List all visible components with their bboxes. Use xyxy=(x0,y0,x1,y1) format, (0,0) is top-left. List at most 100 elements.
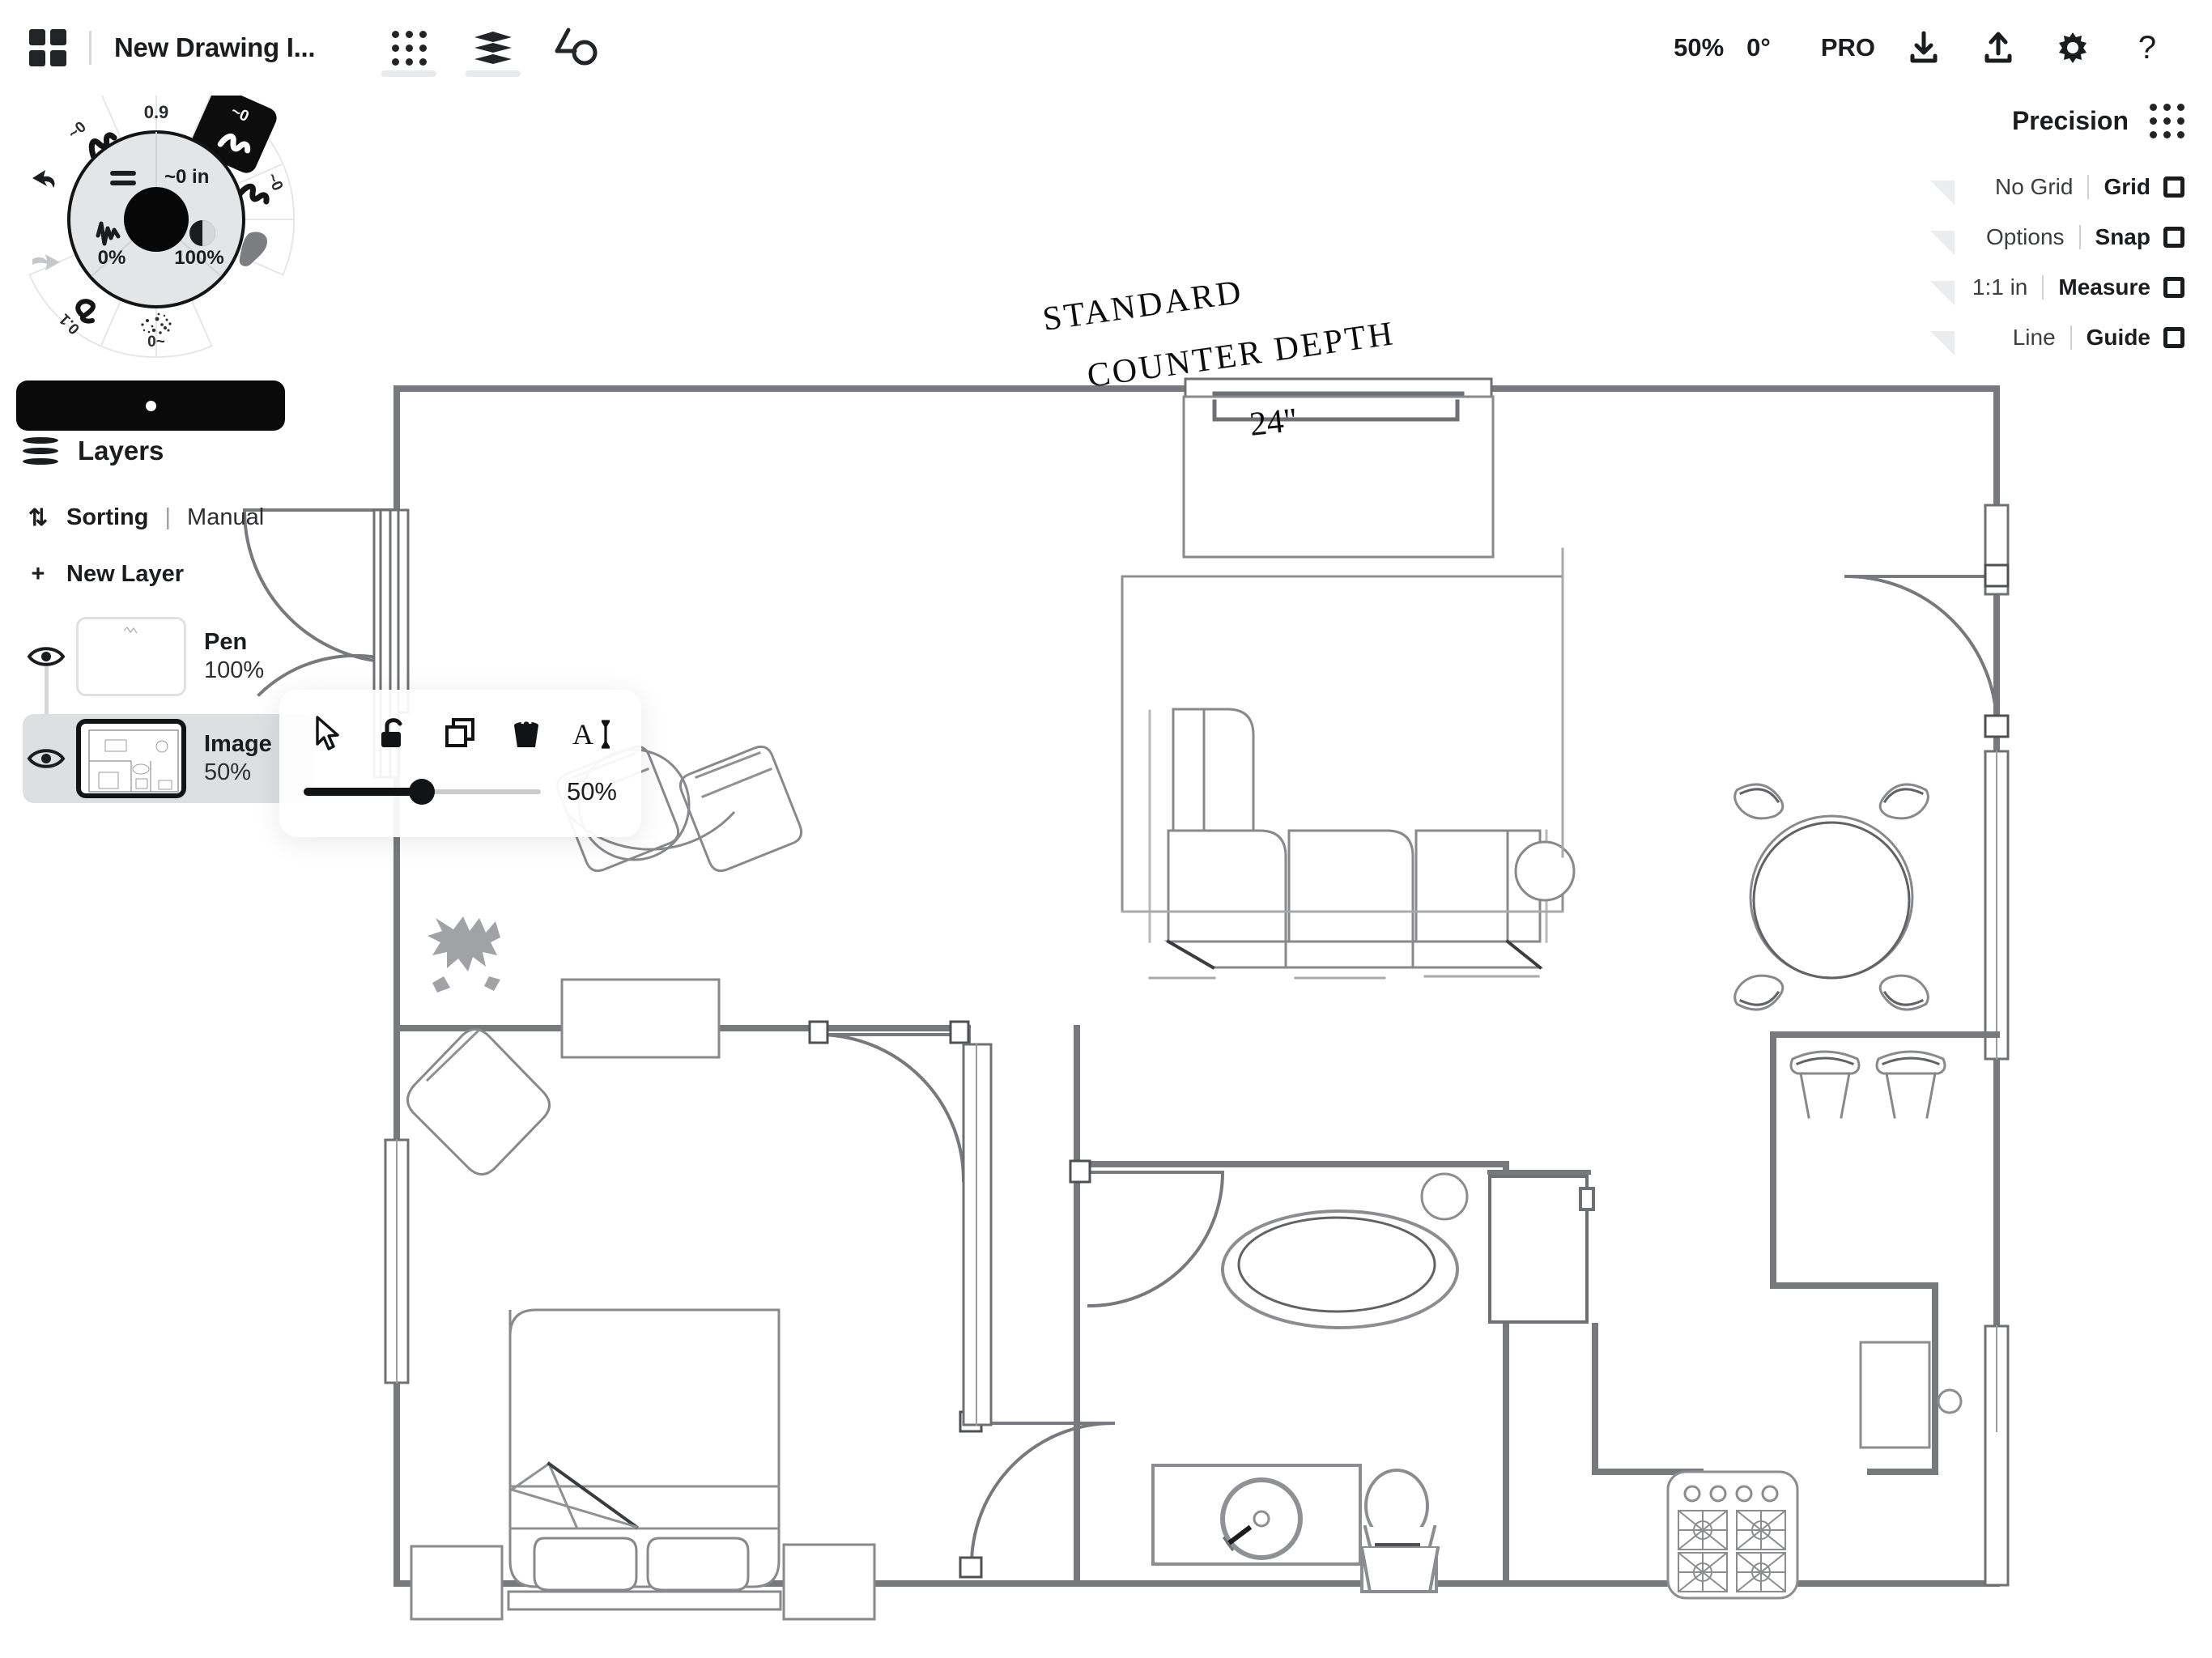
sectional-sofa xyxy=(1148,708,1548,980)
help-glyph: ? xyxy=(2138,30,2156,66)
sorting-row[interactable]: ⇅ Sorting | Manual xyxy=(23,504,314,532)
opacity-max-label: 100% xyxy=(174,247,223,269)
snap-checkbox[interactable] xyxy=(2163,227,2184,248)
undo-arrow-icon[interactable] xyxy=(32,170,55,188)
svg-text:?: ? xyxy=(2138,30,2156,66)
corner-marker xyxy=(1929,281,1955,305)
new-layer-button[interactable]: + New Layer xyxy=(23,561,314,588)
shapes-tool-icon[interactable] xyxy=(535,9,619,87)
opacity-slider[interactable] xyxy=(304,779,541,805)
sorting-separator: | xyxy=(164,504,172,530)
annotation-line-3: 24" xyxy=(1248,402,1300,444)
dining-chair-tl xyxy=(1733,783,1784,820)
unlock-glyph xyxy=(381,718,402,747)
layer-list: Pen 100% Image 50% xyxy=(23,617,314,803)
logo-square-1 xyxy=(29,29,45,45)
logo-square-3 xyxy=(29,50,45,66)
dot-grid-icon[interactable] xyxy=(367,9,451,87)
top-bar-left: New Drawing I... xyxy=(0,9,619,87)
sorting-value[interactable]: Manual xyxy=(187,504,264,531)
corner-marker xyxy=(1929,181,1955,205)
precision-title: Precision xyxy=(2011,106,2129,135)
console-table xyxy=(1182,395,1495,559)
svg-text:A: A xyxy=(572,718,593,750)
annotation-line-1: STANDARD xyxy=(1040,274,1245,338)
layer-name: Image xyxy=(204,730,272,757)
layer-item-image[interactable]: Image 50% xyxy=(23,714,314,803)
pro-badge[interactable]: PRO xyxy=(1810,33,1887,62)
sort-arrows-icon: ⇅ xyxy=(28,505,49,531)
precision-row-measure: 1:1 in Measure xyxy=(1929,274,2184,305)
layer-opacity: 100% xyxy=(204,657,265,683)
new-layer-label: New Layer xyxy=(66,561,185,587)
color-pill-button[interactable] xyxy=(16,380,285,431)
precision-row-snap: Options Snap xyxy=(1929,224,2184,255)
current-color-swatch[interactable] xyxy=(124,187,189,252)
kitchen-counter xyxy=(1592,1031,2000,1475)
precision-header[interactable]: Precision xyxy=(1972,104,2184,138)
grid-mode-value[interactable]: No Grid xyxy=(1995,174,2073,200)
layer-item-pen[interactable]: Pen 100% xyxy=(23,617,314,696)
cursor-glyph xyxy=(316,716,339,750)
door-closet xyxy=(959,1410,1116,1579)
cursor-select-icon[interactable] xyxy=(304,708,354,759)
rename-text-icon[interactable]: A xyxy=(567,708,617,759)
measure-label[interactable]: Measure xyxy=(2058,274,2150,300)
row-divider xyxy=(2069,325,2072,350)
measure-checkbox[interactable] xyxy=(2163,277,2184,298)
grid-squares-logo[interactable] xyxy=(29,29,66,66)
grid-checkbox[interactable] xyxy=(2163,176,2184,198)
blend-mode-icon[interactable] xyxy=(189,220,215,246)
precision-panel: Precision No Grid Grid Options Snap 1:1 … xyxy=(1929,104,2184,375)
opacity-slider-knob[interactable] xyxy=(409,779,436,805)
nightstand-right xyxy=(782,1543,876,1621)
grid-label[interactable]: Grid xyxy=(2104,174,2150,200)
trash-icon[interactable] xyxy=(501,708,551,759)
layers-stack-icon[interactable] xyxy=(451,9,535,87)
layer-meta-image: Image 50% xyxy=(204,730,272,788)
guide-type-value[interactable]: Line xyxy=(2013,325,2056,351)
brush-wheel[interactable]: 0.9 ~0 ~0 ~0 0~ 0.1 ~0 in 0% 100% xyxy=(15,78,298,361)
unlock-icon[interactable] xyxy=(369,708,419,759)
corner-marker xyxy=(1929,231,1955,255)
pill-dot xyxy=(145,400,156,411)
rename-glyph: A xyxy=(572,718,610,750)
plant xyxy=(428,916,500,993)
rotation-angle[interactable]: 0° xyxy=(1735,33,1782,62)
eye-glyph xyxy=(27,749,66,768)
upload-icon[interactable] xyxy=(1961,11,2035,85)
window-right-middle xyxy=(1984,750,2010,1061)
floorplan-thumbnail xyxy=(88,729,179,793)
tool-group xyxy=(367,9,619,87)
guide-label[interactable]: Guide xyxy=(2087,325,2150,351)
opacity-value-label: 50% xyxy=(566,777,617,806)
gear-icon[interactable] xyxy=(2035,11,2110,85)
duplicate-glyph xyxy=(445,718,474,747)
zoom-level[interactable]: 50% xyxy=(1662,33,1735,62)
measure-scale-value[interactable]: 1:1 in xyxy=(1972,274,2028,300)
layer-thumbnail-image[interactable] xyxy=(76,719,186,798)
download-icon[interactable] xyxy=(1887,11,1961,85)
layers-panel-header[interactable]: Layers xyxy=(23,436,314,466)
drawing-canvas[interactable]: STANDARD COUNTER DEPTH 24" xyxy=(0,96,2212,1658)
brush-size-label: ~0 in xyxy=(164,166,209,188)
eye-icon[interactable] xyxy=(23,633,70,680)
sliding-panel-hall xyxy=(962,1043,993,1426)
gas-range-4-burner xyxy=(1666,1470,1799,1600)
upload-glyph xyxy=(1984,32,2012,63)
window-left-lower xyxy=(384,1138,410,1384)
document-title[interactable]: New Drawing I... xyxy=(114,32,316,63)
eye-icon[interactable] xyxy=(23,735,70,782)
queen-bed xyxy=(507,1308,782,1611)
plus-icon: + xyxy=(31,561,45,587)
snap-options-value[interactable]: Options xyxy=(1986,224,2065,250)
help-icon[interactable]: ? xyxy=(2110,11,2184,85)
layer-thumbnail-pen[interactable] xyxy=(76,617,186,696)
layers-panel: Layers ⇅ Sorting | Manual + New Layer Pe… xyxy=(23,436,314,821)
dot-grid-glyph xyxy=(391,30,427,66)
snap-label[interactable]: Snap xyxy=(2095,224,2150,250)
guide-checkbox[interactable] xyxy=(2163,327,2184,348)
duplicate-icon[interactable] xyxy=(436,708,486,759)
round-dining-table xyxy=(1749,814,1914,980)
dot-grid-icon[interactable] xyxy=(2150,104,2184,138)
